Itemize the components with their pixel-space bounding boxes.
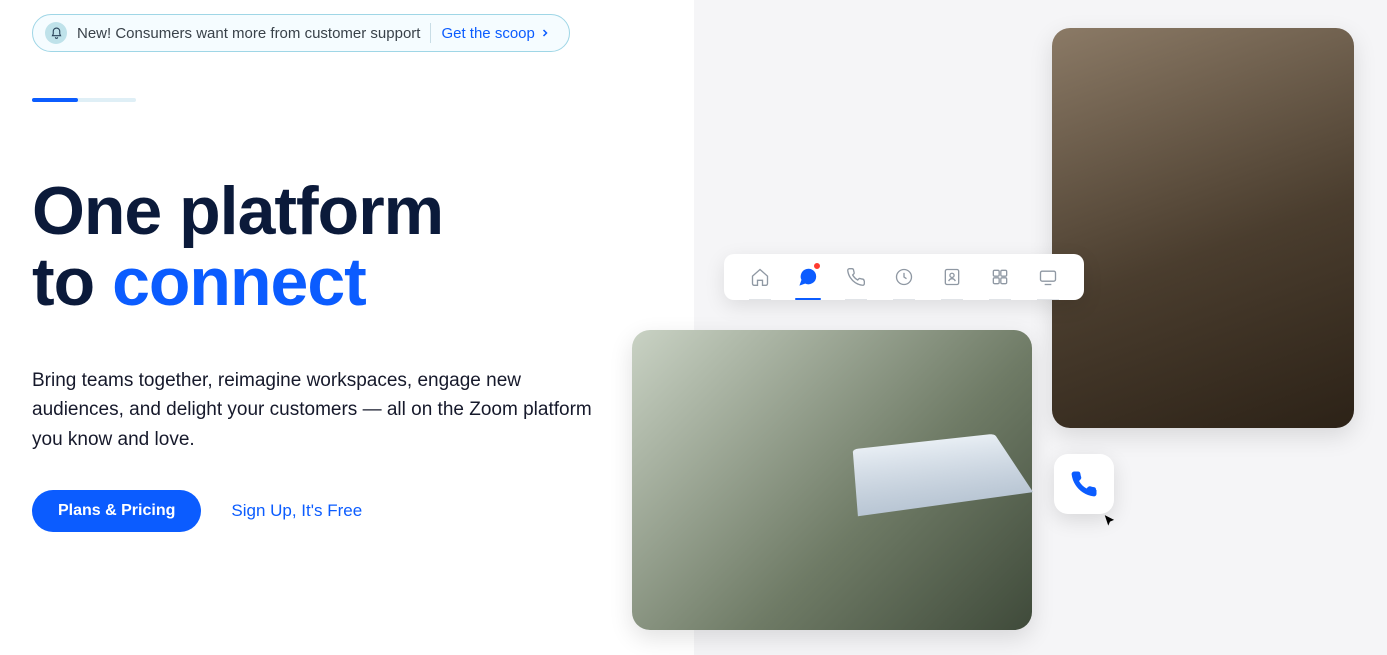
hero-headline: One platform to connect (32, 176, 443, 319)
signup-link[interactable]: Sign Up, It's Free (231, 501, 362, 521)
bell-icon (45, 22, 67, 44)
announcement-banner[interactable]: New! Consumers want more from customer s… (32, 14, 570, 52)
cursor-icon (1103, 514, 1117, 528)
phone-icon[interactable] (839, 260, 873, 294)
progress-indicator (32, 98, 136, 102)
cta-row: Plans & Pricing Sign Up, It's Free (32, 490, 362, 532)
hero-photo-laptop (632, 330, 1032, 630)
hero-subtitle: Bring teams together, reimagine workspac… (32, 366, 602, 454)
apps-icon[interactable] (983, 260, 1017, 294)
announcement-text: New! Consumers want more from customer s… (77, 25, 420, 42)
announcement-cta-link[interactable]: Get the scoop (441, 25, 550, 42)
screen-icon[interactable] (1031, 260, 1065, 294)
chevron-right-icon (539, 27, 551, 39)
clock-icon[interactable] (887, 260, 921, 294)
contacts-icon[interactable] (935, 260, 969, 294)
chat-icon[interactable] (791, 260, 825, 294)
announcement-cta-label: Get the scoop (441, 25, 534, 42)
notification-badge (813, 262, 821, 270)
app-toolbar-card (724, 254, 1084, 300)
hero-line2-accent: connect (112, 244, 366, 320)
hero-photo-meeting (1052, 28, 1354, 428)
hero-line2-prefix: to (32, 244, 112, 320)
separator (430, 23, 431, 43)
phone-floating-card[interactable] (1054, 454, 1114, 514)
plans-pricing-button[interactable]: Plans & Pricing (32, 490, 201, 532)
phone-fill-icon (1069, 469, 1099, 499)
hero-line1: One platform (32, 173, 443, 249)
home-icon[interactable] (743, 260, 777, 294)
